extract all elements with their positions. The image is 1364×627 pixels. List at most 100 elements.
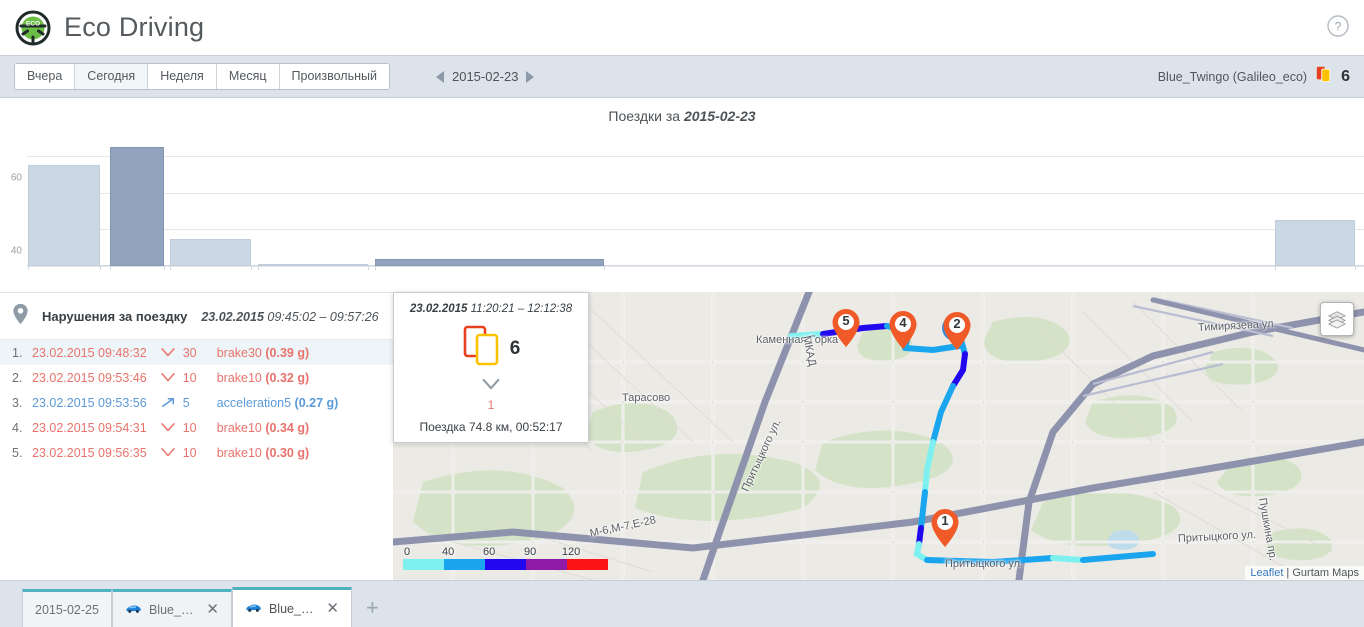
chart-title-prefix: Поездки за: [608, 108, 684, 124]
range-button-yesterday[interactable]: Вчера: [15, 64, 75, 89]
brake-chevron-icon: [402, 377, 580, 397]
chart-y-tick-label: 40: [11, 246, 22, 257]
violations-list: 1.23.02.2015 09:48:32 30 brake30 (0.39 g) 2…: [0, 340, 393, 465]
unit-summary: Blue_Twingo (Galileo_eco) 6: [1158, 65, 1350, 88]
map-marker-label: 1: [930, 513, 960, 528]
trips-bar-chart[interactable]: 0204060: [0, 134, 1364, 284]
chart-x-tick: [258, 266, 259, 270]
page-title: Eco Driving: [64, 12, 204, 43]
map-marker[interactable]: 4: [888, 310, 918, 350]
chart-x-tick: [1275, 266, 1276, 270]
violation-row[interactable]: 3.23.02.2015 09:53:565acceleration5 (0.2…: [0, 390, 393, 415]
close-icon[interactable]: ✕: [206, 602, 219, 617]
popup-cards-row: 6: [402, 324, 580, 373]
range-button-month[interactable]: Месяц: [217, 64, 280, 89]
chart-plot-area[interactable]: 0204060: [27, 134, 1364, 266]
brake-chevron-icon: [157, 371, 179, 384]
chart-gridline: 0: [27, 266, 1364, 267]
violation-score: 5: [183, 396, 209, 410]
violation-score: 10: [183, 446, 209, 460]
close-icon[interactable]: ✕: [326, 601, 339, 616]
chart-bar[interactable]: [110, 147, 164, 266]
leaflet-link[interactable]: Leaflet: [1250, 567, 1283, 579]
range-button-custom[interactable]: Произвольный: [280, 64, 389, 89]
map-marker-label: 2: [942, 316, 972, 331]
violation-time: 23.02.2015 09:56:35: [32, 446, 147, 460]
map-marker[interactable]: 5: [831, 308, 861, 348]
chart-gridline: 60: [27, 156, 1364, 157]
violation-row[interactable]: 4.23.02.2015 09:54:3110brake10 (0.34 g): [0, 415, 393, 440]
chart-x-tick: [251, 266, 252, 270]
tab-item[interactable]: Blue_Twi... ✕: [112, 589, 232, 627]
chart-x-tick: [164, 266, 165, 270]
tab-label: 2015-02-25: [35, 603, 99, 617]
add-tab-button[interactable]: +: [352, 595, 393, 627]
violation-row[interactable]: 5.23.02.2015 09:56:35 10 brake10 (0.30 g): [0, 440, 393, 465]
chart-title: Поездки за 2015-02-23: [608, 108, 755, 124]
map-marker[interactable]: 2: [942, 311, 972, 351]
trip-popup[interactable]: 23.02.2015 11:20:21 – 12:12:38 6 1 Поезд…: [393, 292, 589, 443]
help-circle-icon[interactable]: ?: [1326, 14, 1350, 38]
map-marker-label: 5: [831, 313, 861, 328]
chart-x-tick: [368, 266, 369, 270]
chart-bar[interactable]: [258, 264, 368, 266]
violations-range-times: 09:45:02 – 09:57:26: [264, 310, 379, 324]
chart-bar[interactable]: [170, 239, 251, 267]
violation-description: brake10 (0.34 g): [217, 421, 309, 435]
tab-label: Blue_Twi...: [269, 602, 319, 616]
unit-violation-count: 6: [1341, 68, 1350, 86]
car-icon: [125, 603, 142, 617]
violation-row[interactable]: 1.23.02.2015 09:48:32 30 brake30 (0.39 g): [0, 340, 393, 365]
violations-range-date: 23.02.2015: [201, 310, 264, 324]
tab-bar: 2015-02-25 Blue_Twi... ✕ Blue_Twi... ✕ +: [0, 580, 1364, 627]
arrow-left-icon[interactable]: [436, 71, 444, 83]
violation-score: 30: [183, 346, 209, 360]
violation-index: 2.: [12, 371, 32, 385]
tab-label: Blue_Twi...: [149, 603, 199, 617]
chart-y-tick-label: 60: [11, 173, 22, 184]
date-navigator: 2015-02-23: [436, 69, 535, 84]
popup-date: 23.02.2015: [410, 303, 468, 315]
attrib-provider: Gurtam Maps: [1292, 567, 1359, 579]
chart-bar[interactable]: [1275, 220, 1355, 266]
violation-time: 23.02.2015 09:48:32: [32, 346, 147, 360]
speed-legend: 0406090120: [403, 546, 608, 570]
map-marker[interactable]: 1: [930, 508, 960, 548]
violation-index: 1.: [12, 346, 32, 360]
lower-section: Нарушения за поездку 23.02.2015 09:45:02…: [0, 292, 1364, 580]
brake-chevron-icon: [157, 421, 179, 434]
violation-row[interactable]: 2.23.02.2015 09:53:4610brake10 (0.32 g): [0, 365, 393, 390]
violation-index: 3.: [12, 396, 32, 410]
range-button-week[interactable]: Неделя: [148, 64, 217, 89]
date-range-button-group: Вчера Сегодня Неделя Месяц Произвольный: [14, 63, 390, 90]
chart-bar[interactable]: [28, 165, 100, 266]
toolbar: Вчера Сегодня Неделя Месяц Произвольный …: [0, 55, 1364, 98]
unit-name-label: Blue_Twingo (Galileo_eco): [1158, 70, 1307, 84]
chart-x-tick: [170, 266, 171, 270]
speed-tick-label: 40: [442, 546, 454, 558]
speed-tick-label: 90: [524, 546, 536, 558]
violations-time-range: 23.02.2015 09:45:02 – 09:57:26: [201, 310, 378, 324]
eco-steering-wheel-icon: ECO: [14, 9, 52, 47]
car-icon: [245, 602, 262, 613]
chart-bar[interactable]: [375, 259, 604, 266]
chart-gridline: 40: [27, 193, 1364, 194]
arrow-right-icon[interactable]: [526, 71, 534, 83]
cards-icon: [462, 324, 502, 373]
layers-icon[interactable]: [1320, 302, 1354, 336]
tab-item[interactable]: 2015-02-25: [22, 589, 112, 627]
chart-x-tick: [375, 266, 376, 270]
violation-description: brake30 (0.39 g): [217, 346, 309, 360]
speed-legend-ticks: 0406090120: [403, 546, 608, 559]
speed-tick-label: 120: [562, 546, 580, 558]
chart-x-tick: [604, 266, 605, 270]
violation-score: 10: [183, 371, 209, 385]
map-pin-icon: [12, 303, 32, 330]
chart-title-date: 2015-02-23: [684, 108, 756, 124]
tab-item[interactable]: Blue_Twi... ✕: [232, 587, 352, 627]
violation-index: 5.: [12, 446, 32, 460]
violation-description: brake10 (0.30 g): [217, 446, 309, 460]
range-button-today[interactable]: Сегодня: [75, 64, 148, 89]
map-attribution: Leaflet | Gurtam Maps: [1245, 566, 1364, 580]
speed-tick-label: 60: [483, 546, 495, 558]
